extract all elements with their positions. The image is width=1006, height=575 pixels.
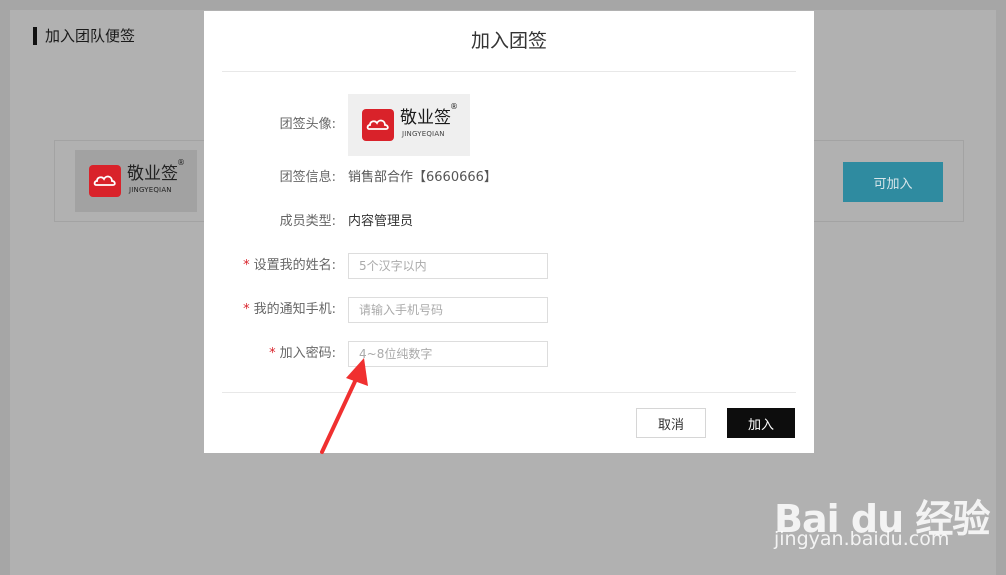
password-row: * 加入密码: [204,341,814,367]
watermark-url: jingyan.baidu.com [774,528,950,550]
name-label: * 设置我的姓名: [243,258,336,273]
team-logo-box: 敬业签 JINGYEQIAN ® [75,150,197,212]
modal-header-divider [222,71,796,72]
info-row: 团签信息: 销售部合作【6660666】 [204,165,814,191]
required-mark: * [243,302,250,317]
modal-footer-divider [222,392,796,393]
phone-label: * 我的通知手机: [243,302,336,317]
info-label: 团签信息: [279,170,336,185]
baidu-watermark: Bai du 经验 jingyan.baidu.com [774,470,994,560]
member-type-label: 成员类型: [279,214,336,229]
join-button[interactable]: 加入 [727,408,795,438]
brand-name-en: JINGYEQIAN [402,130,445,138]
cloud-shoe-icon [89,165,121,197]
brand-name-cn: 敬业签 [127,164,178,184]
cloud-shoe-icon [362,109,394,141]
registered-mark: ® [450,102,458,111]
phone-row: * 我的通知手机: [204,297,814,323]
modal-title: 加入团签 [470,30,547,52]
name-row: * 设置我的姓名: [204,253,814,279]
name-input[interactable] [348,253,548,279]
team-logo: 敬业签 JINGYEQIAN ® [89,158,185,200]
member-type-row: 成员类型: 内容管理员 [204,209,814,235]
password-label: * 加入密码: [269,346,336,361]
registered-mark: ® [177,158,185,167]
password-input[interactable] [348,341,548,367]
info-value: 销售部合作【6660666】 [348,170,497,185]
page-title: 加入团队便签 [33,27,135,45]
required-mark: * [243,258,250,273]
avatar-row: 团签头像: [204,112,814,138]
brand-name-cn: 敬业签 [400,108,451,128]
join-team-modal: 加入团签 团签头像: 敬业签 JINGYEQIAN ® 团签信息: 销售部合作【… [204,11,814,453]
member-type-value: 内容管理员 [348,214,414,229]
team-avatar: 敬业签 JINGYEQIAN ® [348,94,470,156]
avatar-label: 团签头像: [279,117,336,132]
required-mark: * [269,346,276,361]
brand-name-en: JINGYEQIAN [129,186,172,194]
phone-input[interactable] [348,297,548,323]
can-join-button[interactable]: 可加入 [843,162,943,202]
avatar-logo: 敬业签 JINGYEQIAN ® [362,102,458,144]
cancel-button[interactable]: 取消 [636,408,706,438]
